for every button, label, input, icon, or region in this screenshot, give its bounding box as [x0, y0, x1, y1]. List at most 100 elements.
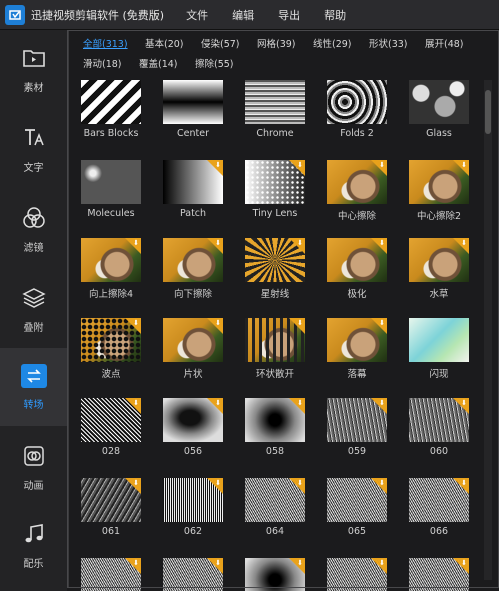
download-icon[interactable]: ⬇	[371, 558, 387, 574]
transition-thumbnail[interactable]	[327, 80, 387, 124]
transition-thumbnail[interactable]: ⬇	[163, 238, 223, 282]
transition-thumbnail[interactable]: ⬇	[245, 398, 305, 442]
transition-label: 062	[183, 526, 203, 537]
download-icon[interactable]: ⬇	[371, 478, 387, 494]
transition-thumbnail[interactable]: ⬇	[163, 478, 223, 522]
scrollbar-thumb[interactable]	[485, 90, 491, 134]
download-icon[interactable]: ⬇	[371, 398, 387, 414]
download-icon[interactable]: ⬇	[207, 478, 223, 494]
transition-label: Folds 2	[340, 128, 374, 139]
download-arrow-icon: ⬇	[297, 239, 303, 247]
transition-thumbnail[interactable]	[409, 80, 469, 124]
download-icon[interactable]: ⬇	[371, 160, 387, 176]
transition-thumbnail[interactable]: ⬇	[163, 318, 223, 362]
download-arrow-icon: ⬇	[215, 479, 221, 487]
transition-thumbnail[interactable]: ⬇	[163, 160, 223, 204]
transition-thumbnail[interactable]: ⬇	[81, 238, 141, 282]
download-arrow-icon: ⬇	[461, 399, 467, 407]
download-icon[interactable]: ⬇	[125, 398, 141, 414]
sidebar-item-text[interactable]: 文字	[0, 110, 67, 188]
download-icon[interactable]: ⬇	[289, 238, 305, 254]
download-icon[interactable]: ⬇	[207, 398, 223, 414]
scrollbar[interactable]	[484, 80, 492, 580]
sidebar-item-transition[interactable]: 转场	[0, 348, 67, 426]
tab-dye[interactable]: 侵染(57)	[201, 36, 240, 50]
download-icon[interactable]: ⬇	[125, 478, 141, 494]
transition-thumbnail[interactable]: ⬇	[81, 318, 141, 362]
transition-thumbnail[interactable]: ⬇	[245, 318, 305, 362]
transition-thumbnail[interactable]: ⬇	[163, 398, 223, 442]
sidebar-item-media[interactable]: 素材	[0, 30, 67, 108]
transition-thumbnail[interactable]: ⬇	[327, 558, 387, 591]
transition-thumbnail[interactable]: ⬇	[245, 238, 305, 282]
download-icon[interactable]: ⬇	[125, 238, 141, 254]
download-icon[interactable]: ⬇	[289, 478, 305, 494]
transition-thumbnail[interactable]: ⬇	[409, 398, 469, 442]
download-icon[interactable]: ⬇	[207, 558, 223, 574]
tab-shape[interactable]: 形状(33)	[369, 36, 408, 50]
sidebar-item-overlay[interactable]: 叠附	[0, 270, 67, 348]
transition-thumbnail[interactable]: ⬇	[409, 238, 469, 282]
sidebar-item-filter[interactable]: 滤镜	[0, 190, 67, 268]
tab-expand[interactable]: 展开(48)	[425, 36, 464, 50]
tab-wipe[interactable]: 擦除(55)	[195, 56, 234, 70]
download-icon[interactable]: ⬇	[207, 160, 223, 176]
transition-thumbnail[interactable]	[163, 80, 223, 124]
download-icon[interactable]: ⬇	[453, 238, 469, 254]
filter-icon	[21, 205, 47, 231]
transition-thumbnail[interactable]	[81, 80, 141, 124]
menu-file[interactable]: 文件	[186, 7, 208, 23]
sidebar-item-label: 滤镜	[23, 242, 44, 254]
animation-icon	[21, 443, 47, 469]
download-arrow-icon: ⬇	[379, 559, 385, 567]
transition-thumbnail[interactable]	[81, 160, 141, 204]
transition-thumbnail[interactable]	[245, 80, 305, 124]
download-icon[interactable]: ⬇	[289, 398, 305, 414]
transition-thumbnail[interactable]: ⬇	[327, 238, 387, 282]
music-icon	[21, 521, 47, 547]
transition-thumbnail[interactable]: ⬇	[81, 478, 141, 522]
transition-thumbnail[interactable]: ⬇	[81, 558, 141, 591]
transition-thumbnail[interactable]: ⬇	[245, 558, 305, 591]
sidebar-item-label: 素材	[23, 82, 44, 94]
download-icon[interactable]: ⬇	[371, 238, 387, 254]
transition-thumbnail[interactable]	[409, 318, 469, 362]
transition-icon	[20, 363, 47, 388]
download-icon[interactable]: ⬇	[289, 558, 305, 574]
transition-thumbnail[interactable]: ⬇	[327, 478, 387, 522]
transition-thumbnail[interactable]: ⬇	[245, 160, 305, 204]
download-icon[interactable]: ⬇	[453, 478, 469, 494]
download-icon[interactable]: ⬇	[453, 398, 469, 414]
sidebar-item-animation[interactable]: 动画	[0, 428, 67, 506]
tab-grid[interactable]: 网格(39)	[257, 36, 296, 50]
tab-cover[interactable]: 覆盖(14)	[139, 56, 178, 70]
download-icon[interactable]: ⬇	[289, 160, 305, 176]
download-icon[interactable]: ⬇	[453, 558, 469, 574]
transition-thumbnail[interactable]: ⬇	[409, 478, 469, 522]
menu-edit[interactable]: 编辑	[232, 7, 254, 23]
download-icon[interactable]: ⬇	[289, 318, 305, 334]
download-icon[interactable]: ⬇	[125, 558, 141, 574]
transition-thumbnail[interactable]: ⬇	[245, 478, 305, 522]
tab-slide[interactable]: 滑动(18)	[83, 56, 122, 70]
download-arrow-icon: ⬇	[297, 479, 303, 487]
transition-thumbnail[interactable]: ⬇	[409, 558, 469, 591]
download-icon[interactable]: ⬇	[207, 318, 223, 334]
transition-thumbnail[interactable]: ⬇	[409, 160, 469, 204]
sidebar-item-music[interactable]: 配乐	[0, 506, 67, 584]
download-icon[interactable]: ⬇	[371, 318, 387, 334]
download-icon[interactable]: ⬇	[125, 318, 141, 334]
tab-linear[interactable]: 线性(29)	[313, 36, 352, 50]
menu-export[interactable]: 导出	[278, 7, 300, 23]
transition-thumbnail[interactable]: ⬇	[327, 318, 387, 362]
transition-thumbnail[interactable]: ⬇	[81, 398, 141, 442]
tab-all[interactable]: 全部(313)	[83, 36, 128, 50]
download-arrow-icon: ⬇	[215, 319, 221, 327]
menu-help[interactable]: 帮助	[324, 7, 346, 23]
tab-basic[interactable]: 基本(20)	[145, 36, 184, 50]
transition-thumbnail[interactable]: ⬇	[163, 558, 223, 591]
download-icon[interactable]: ⬇	[207, 238, 223, 254]
download-icon[interactable]: ⬇	[453, 160, 469, 176]
transition-thumbnail[interactable]: ⬇	[327, 160, 387, 204]
transition-thumbnail[interactable]: ⬇	[327, 398, 387, 442]
